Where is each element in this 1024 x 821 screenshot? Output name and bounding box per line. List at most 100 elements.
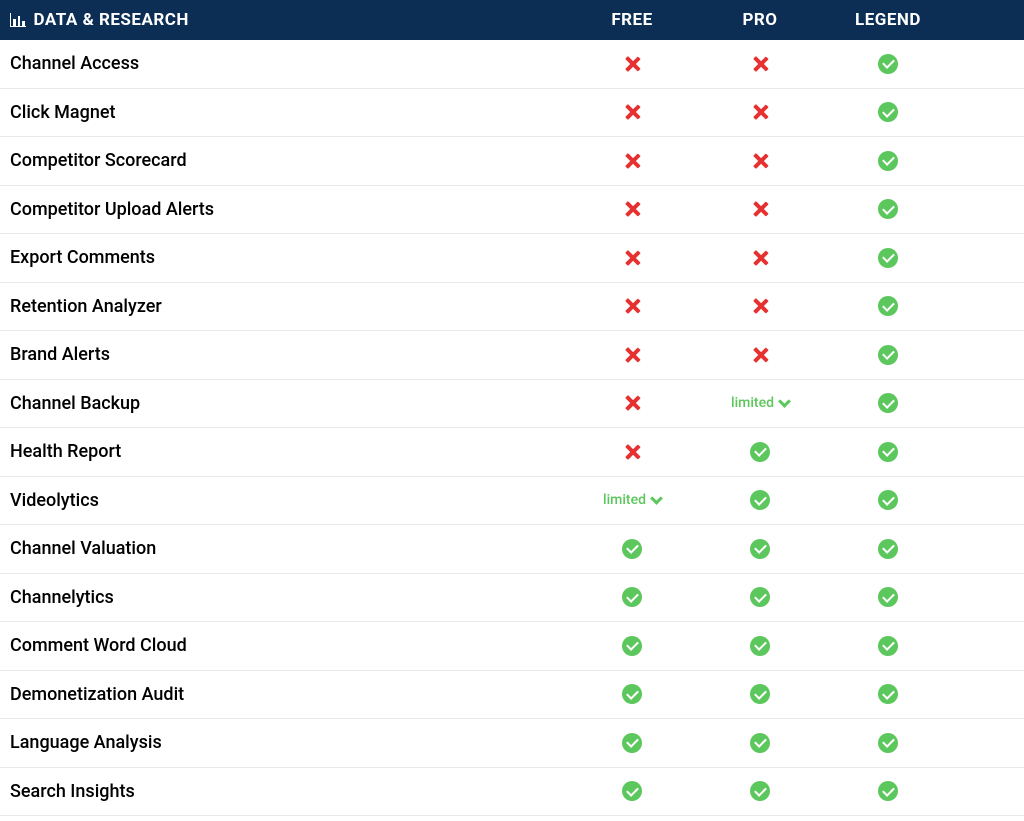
check-icon: [878, 199, 898, 219]
check-icon: [878, 54, 898, 74]
check-icon: [878, 296, 898, 316]
feature-name: Export Comments: [0, 247, 568, 268]
feature-cell-pro: [696, 490, 824, 510]
check-icon: [878, 442, 898, 462]
feature-row: Competitor Scorecard: [0, 137, 1024, 186]
feature-name: Channel Access: [0, 53, 568, 74]
feature-row: Retention Analyzer: [0, 283, 1024, 332]
feature-cell-legend: [824, 345, 952, 365]
feature-row: Search Insights: [0, 768, 1024, 817]
feature-cell-legend: [824, 393, 952, 413]
check-icon: [878, 587, 898, 607]
feature-cell-pro: [696, 152, 824, 170]
chevron-down-icon[interactable]: [650, 492, 663, 505]
check-icon: [750, 684, 770, 704]
check-icon: [622, 636, 642, 656]
feature-cell-legend: [824, 248, 952, 268]
feature-row: Click Magnet: [0, 89, 1024, 138]
cross-icon: [623, 103, 641, 121]
check-icon: [878, 393, 898, 413]
feature-cell-pro: [696, 442, 824, 462]
feature-cell-free: [568, 346, 696, 364]
feature-cell-free: [568, 781, 696, 801]
feature-cell-pro: [696, 733, 824, 753]
check-icon: [878, 151, 898, 171]
feature-row: Competitor Upload Alerts: [0, 186, 1024, 235]
check-icon: [750, 539, 770, 559]
cross-icon: [751, 55, 769, 73]
feature-cell-legend: [824, 54, 952, 74]
feature-name: Retention Analyzer: [0, 296, 568, 317]
feature-cell-free: [568, 636, 696, 656]
feature-name: Search Insights: [0, 781, 568, 802]
chevron-down-icon[interactable]: [778, 395, 791, 408]
cross-icon: [751, 249, 769, 267]
feature-row: Brand Alerts: [0, 331, 1024, 380]
feature-cell-pro: [696, 55, 824, 73]
feature-cell-pro: [696, 587, 824, 607]
feature-cell-free: [568, 394, 696, 412]
check-icon: [878, 539, 898, 559]
cross-icon: [751, 297, 769, 315]
feature-row: Export Comments: [0, 234, 1024, 283]
feature-row: Comment Word Cloud: [0, 622, 1024, 671]
feature-cell-pro: [696, 781, 824, 801]
feature-row: Channel Backup limited: [0, 380, 1024, 429]
feature-cell-pro: [696, 200, 824, 218]
check-icon: [622, 684, 642, 704]
feature-row: Language Analysis: [0, 719, 1024, 768]
limited-label[interactable]: limited: [603, 492, 646, 508]
check-icon: [750, 490, 770, 510]
check-icon: [878, 102, 898, 122]
cross-icon: [623, 394, 641, 412]
feature-name: Demonetization Audit: [0, 684, 568, 705]
feature-rows: Channel Access Click Magnet Competitor Sco…: [0, 40, 1024, 816]
feature-cell-pro: [696, 103, 824, 121]
feature-cell-legend: [824, 199, 952, 219]
feature-cell-legend: [824, 102, 952, 122]
feature-cell-legend: [824, 684, 952, 704]
feature-name: Brand Alerts: [0, 344, 568, 365]
feature-cell-free[interactable]: limited: [568, 492, 696, 508]
feature-row: Demonetization Audit: [0, 671, 1024, 720]
cross-icon: [751, 200, 769, 218]
feature-name: Comment Word Cloud: [0, 635, 568, 656]
cross-icon: [623, 249, 641, 267]
section-header: DATA & RESEARCH FREE PRO LEGEND: [0, 0, 1024, 40]
check-icon: [622, 781, 642, 801]
feature-name: Competitor Scorecard: [0, 150, 568, 171]
check-icon: [878, 684, 898, 704]
feature-cell-legend: [824, 781, 952, 801]
check-icon: [878, 345, 898, 365]
cross-icon: [623, 152, 641, 170]
limited-label[interactable]: limited: [731, 395, 774, 411]
feature-name: Click Magnet: [0, 102, 568, 123]
check-icon: [750, 781, 770, 801]
check-icon: [750, 442, 770, 462]
feature-name: Channelytics: [0, 587, 568, 608]
feature-cell-legend: [824, 442, 952, 462]
feature-row: Health Report: [0, 428, 1024, 477]
check-icon: [750, 733, 770, 753]
feature-name: Videolytics: [0, 490, 568, 511]
cross-icon: [623, 443, 641, 461]
plan-header-free: FREE: [568, 10, 696, 30]
feature-cell-legend: [824, 490, 952, 510]
feature-row: Channel Valuation: [0, 525, 1024, 574]
feature-name: Channel Backup: [0, 393, 568, 414]
feature-name: Language Analysis: [0, 732, 568, 753]
cross-icon: [623, 346, 641, 364]
feature-cell-legend: [824, 733, 952, 753]
check-icon: [878, 636, 898, 656]
feature-name: Competitor Upload Alerts: [0, 199, 568, 220]
check-icon: [750, 636, 770, 656]
feature-cell-free: [568, 152, 696, 170]
feature-cell-pro[interactable]: limited: [696, 395, 824, 411]
cross-icon: [623, 297, 641, 315]
feature-cell-pro: [696, 684, 824, 704]
section-title: DATA & RESEARCH: [34, 10, 189, 30]
feature-name: Health Report: [0, 441, 568, 462]
feature-cell-free: [568, 200, 696, 218]
feature-cell-legend: [824, 636, 952, 656]
cross-icon: [751, 152, 769, 170]
